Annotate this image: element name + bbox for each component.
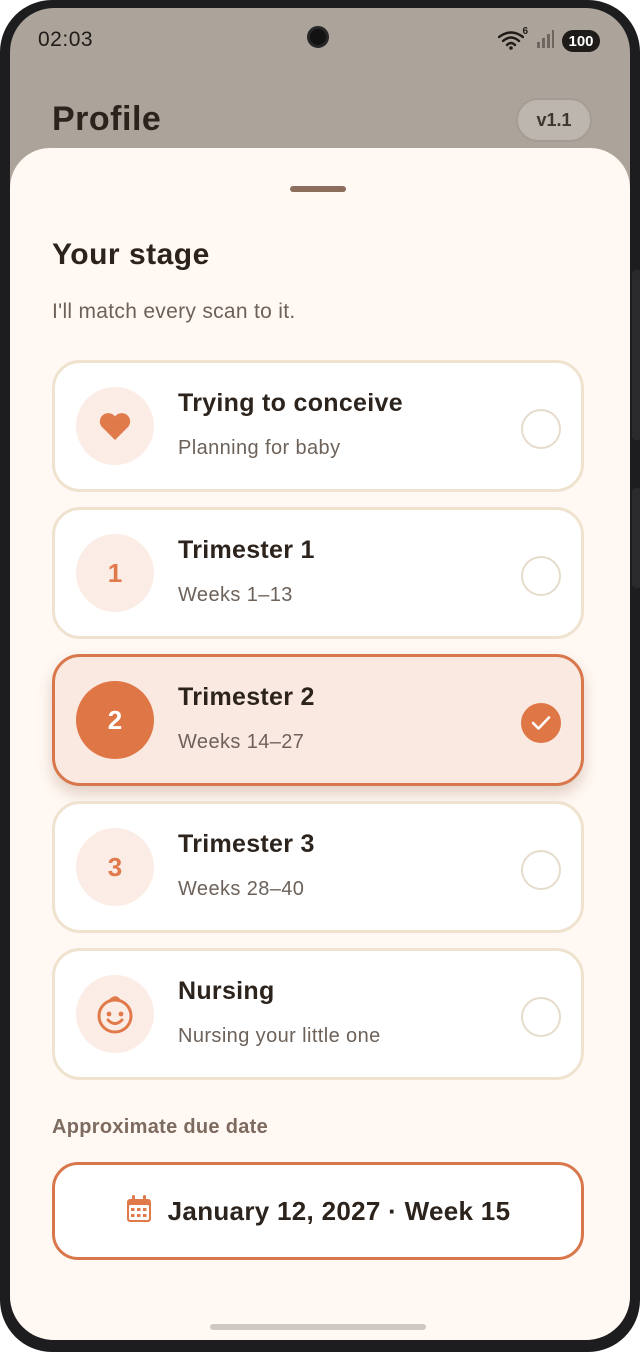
option-title: Trimester 3 <box>178 830 315 858</box>
number-badge: 2 <box>76 681 154 759</box>
stage-option-trimester-3[interactable]: 3 Trimester 3 Weeks 28–40 <box>52 801 584 933</box>
radio-button[interactable] <box>521 850 561 890</box>
option-title: Trimester 1 <box>178 536 315 564</box>
option-subtitle: Weeks 1–13 <box>178 584 293 606</box>
power-button <box>632 488 640 588</box>
option-subtitle: Weeks 14–27 <box>178 731 305 753</box>
front-camera <box>307 26 329 48</box>
sheet-subtitle: I'll match every scan to it. <box>52 300 296 323</box>
option-title: Nursing <box>178 977 275 1005</box>
due-date-label: Approximate due date <box>52 1116 269 1138</box>
due-date-field[interactable]: January 12, 2027 · Week 15 <box>52 1162 584 1260</box>
radio-button[interactable] <box>521 556 561 596</box>
stage-option-trimester-1[interactable]: 1 Trimester 1 Weeks 1–13 <box>52 507 584 639</box>
option-subtitle: Nursing your little one <box>178 1025 381 1047</box>
radio-button-checked[interactable] <box>521 703 561 743</box>
volume-button <box>632 270 640 440</box>
version-chip[interactable]: v1.1 <box>516 98 592 142</box>
status-icons: 6 100 <box>497 26 600 53</box>
status-time: 02:03 <box>38 28 94 51</box>
stage-option-trying-to-conceive[interactable]: Trying to conceive Planning for baby <box>52 360 584 492</box>
stage-options: Trying to conceive Planning for baby 1 T… <box>52 360 584 1095</box>
sheet-title: Your stage <box>52 238 210 271</box>
phone-frame: 02:03 6 100 Profile v1.1 Your stage I'll… <box>0 0 640 1352</box>
option-title: Trimester 2 <box>178 683 315 711</box>
drag-handle[interactable] <box>290 186 346 192</box>
stage-bottom-sheet: Your stage I'll match every scan to it. … <box>10 148 630 1340</box>
option-title: Trying to conceive <box>178 389 403 417</box>
number-badge: 1 <box>76 534 154 612</box>
checkmark-icon <box>531 716 551 730</box>
stage-option-nursing[interactable]: Nursing Nursing your little one <box>52 948 584 1080</box>
option-subtitle: Planning for baby <box>178 437 341 459</box>
wifi-badge: 6 <box>522 26 528 37</box>
signal-icon <box>536 29 554 53</box>
due-date-value: January 12, 2027 · Week 15 <box>167 1195 511 1226</box>
stage-option-trimester-2[interactable]: 2 Trimester 2 Weeks 14–27 <box>52 654 584 786</box>
app-header: Profile v1.1 <box>10 92 630 152</box>
calendar-icon <box>126 1194 152 1228</box>
status-bar: 02:03 6 100 <box>10 8 630 72</box>
number-badge: 3 <box>76 828 154 906</box>
heart-icon <box>76 387 154 465</box>
wifi-icon: 6 <box>497 26 528 52</box>
radio-button[interactable] <box>521 997 561 1037</box>
page-title: Profile <box>52 100 162 138</box>
option-subtitle: Weeks 28–40 <box>178 878 305 900</box>
baby-face-icon <box>76 975 154 1053</box>
radio-button[interactable] <box>521 409 561 449</box>
home-indicator[interactable] <box>210 1324 426 1330</box>
screen: 02:03 6 100 Profile v1.1 Your stage I'll… <box>10 8 630 1340</box>
battery-indicator: 100 <box>562 30 600 52</box>
